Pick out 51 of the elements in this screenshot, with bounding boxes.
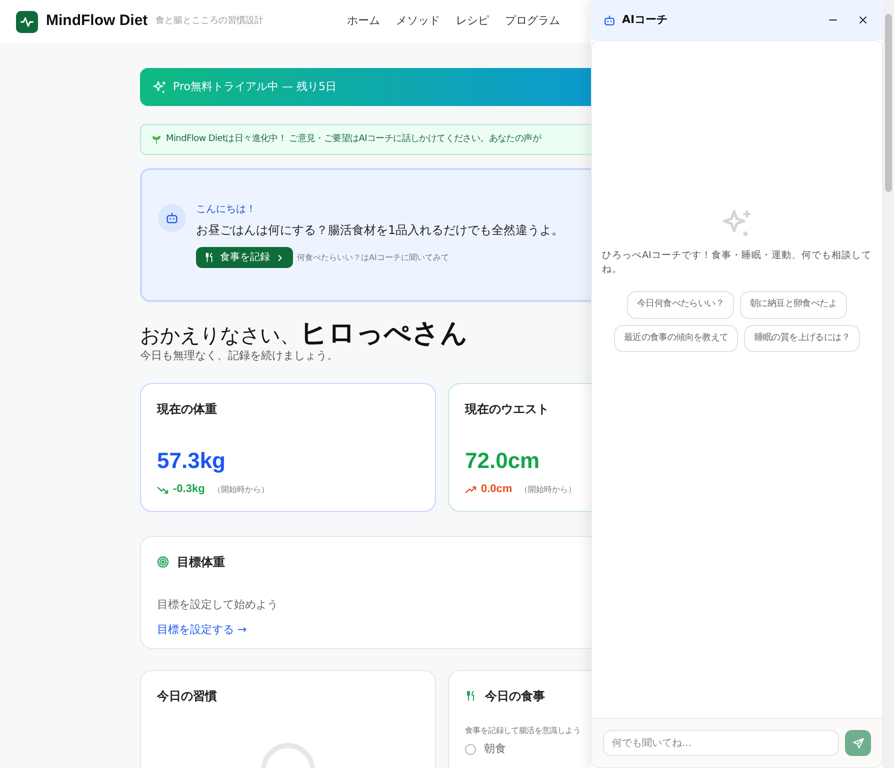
panel-title: AIコーチ xyxy=(622,12,668,28)
suggestion-chip[interactable]: 今日何食べたらいい？ xyxy=(626,291,734,319)
stat-note: （開始時から） xyxy=(520,484,576,496)
welcome-subtitle: 今日も無理なく、記録を続けましょう。 xyxy=(140,349,338,364)
suggestion-chip[interactable]: 睡眠の質を上げるには？ xyxy=(744,324,860,352)
robot-icon xyxy=(603,14,616,26)
fork-icon xyxy=(465,690,477,702)
robot-icon xyxy=(165,211,179,225)
brand-name: MindFlow Diet xyxy=(46,11,148,32)
greeting-title: こんにちは！ xyxy=(196,203,257,217)
meal-label: 朝食 xyxy=(484,741,506,758)
send-icon xyxy=(852,736,864,750)
goal-text: 目標を設定して始めよう xyxy=(157,597,279,614)
stat-value: 57.3kg xyxy=(157,447,226,476)
tagline: 食と腸とこころの習慣設計 xyxy=(156,14,264,28)
stat-value: 72.0cm xyxy=(465,447,541,476)
greeting-hint: 何食べたらいい？はAIコーチに聞いてみて xyxy=(297,252,449,264)
meals-title: 今日の食事 xyxy=(485,688,545,706)
set-goal-link[interactable]: 目標を設定する → xyxy=(157,622,247,638)
greeting-message: お昼ごはんは何にする？腸活食材を1品入れるだけでも全然違うよ。 xyxy=(196,222,564,239)
sparkle-icon xyxy=(152,80,167,94)
chat-input[interactable]: 何でも聞いてね... xyxy=(603,730,839,756)
close-icon xyxy=(857,14,869,26)
stat-label: 現在の体重 xyxy=(157,401,218,418)
send-button[interactable] xyxy=(845,730,871,756)
habits-title: 今日の習慣 xyxy=(157,688,218,706)
welcome-text: おかえりなさい、 xyxy=(140,324,300,347)
pulse-icon xyxy=(20,14,34,28)
log-meal-button[interactable]: 食事を記録 xyxy=(196,247,293,268)
target-icon xyxy=(157,556,169,568)
trial-text: Pro無料トライアル中 — 残り5日 xyxy=(173,78,336,95)
stat-note: （開始時から） xyxy=(212,484,269,496)
trend-up-icon xyxy=(465,484,477,496)
meal-checkbox[interactable] xyxy=(465,744,476,756)
nav-link[interactable]: プログラム xyxy=(505,13,560,30)
coach-intro: ひろっぺAIコーチです！食事・睡眠・運動、何でも相談してね。 xyxy=(602,248,872,277)
user-name: ヒロっぺさん xyxy=(300,318,468,350)
nav-link[interactable]: ホーム xyxy=(347,13,380,30)
feedback-text: MindFlow Dietは日々進化中！ ご意見・ご要望はAIコーチに話しかけてください。あなたの声が xyxy=(166,132,541,146)
nav-link[interactable]: レシピ xyxy=(456,13,489,30)
scrollbar-thumb[interactable] xyxy=(885,14,892,192)
suggestion-chip[interactable]: 最近の食事の傾向を教えて xyxy=(614,324,738,352)
stat-change: -0.3kg xyxy=(173,482,205,498)
nav-link[interactable]: メソッド xyxy=(396,13,440,30)
sprout-icon xyxy=(151,134,162,145)
stat-change: 0.0cm xyxy=(481,482,512,498)
fork-icon xyxy=(204,252,215,263)
suggestion-chip[interactable]: 朝に納豆と卵食べたよ xyxy=(740,291,848,319)
meals-text: 食事を記録して腸活を意識しよう xyxy=(465,725,582,738)
goal-title: 目標体重 xyxy=(177,554,225,572)
stat-label: 現在のウエスト xyxy=(465,401,550,418)
